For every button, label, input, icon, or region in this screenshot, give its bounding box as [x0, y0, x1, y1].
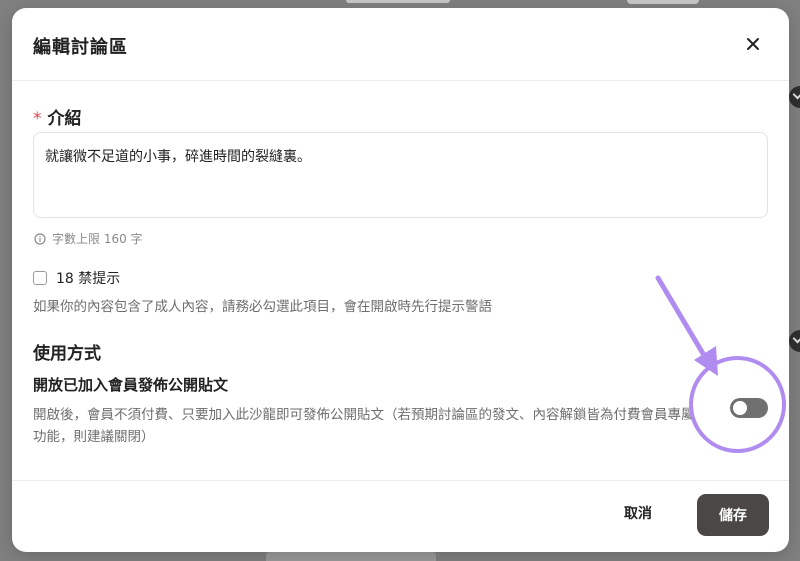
nsfw-description: 如果你的內容包含了成人內容，請務必勾選此項目，會在開啟時先行提示警語 [33, 299, 492, 315]
public-post-toggle[interactable] [730, 398, 768, 418]
public-post-option-description: 開啟後，會員不須付費、只要加入此沙龍即可發佈公開貼文（若預期討論區的發文、內容解… [33, 407, 695, 445]
background-chevron-icon [789, 330, 800, 352]
toggle-knob [733, 401, 747, 415]
dialog-header: 編輯討論區 [12, 8, 789, 81]
info-icon [34, 232, 46, 245]
nsfw-label: 18 禁提示 [56, 271, 121, 287]
required-mark: * [33, 109, 42, 129]
intro-label: * 介紹 [33, 104, 82, 129]
dialog-title: 編輯討論區 [33, 37, 128, 58]
edit-forum-dialog: 編輯討論區 * 介紹 就讓微不足道的小事，碎進時間的裂縫裏。 字數上限 160 字… [12, 8, 789, 552]
close-button[interactable] [745, 36, 761, 52]
public-post-option-title: 開放已加入會員發佈公開貼文 [33, 376, 229, 394]
intro-textarea[interactable]: 就讓微不足道的小事，碎進時間的裂縫裏。 [33, 132, 768, 218]
close-icon [747, 38, 759, 50]
char-limit-hint: 字數上限 160 字 [34, 230, 143, 247]
background-chevron-icon [789, 86, 800, 108]
background-element [346, 0, 450, 3]
cancel-button[interactable]: 取消 [624, 503, 652, 523]
background-element [266, 552, 436, 561]
nsfw-option: 18 禁提示 [33, 268, 120, 288]
usage-section-title: 使用方式 [33, 344, 101, 364]
intro-label-text: 介紹 [47, 109, 82, 129]
dialog-footer [12, 480, 789, 552]
save-button[interactable]: 儲存 [697, 494, 769, 536]
char-limit-text: 字數上限 160 字 [52, 232, 143, 246]
background-element [627, 0, 699, 4]
nsfw-checkbox[interactable] [33, 271, 47, 285]
